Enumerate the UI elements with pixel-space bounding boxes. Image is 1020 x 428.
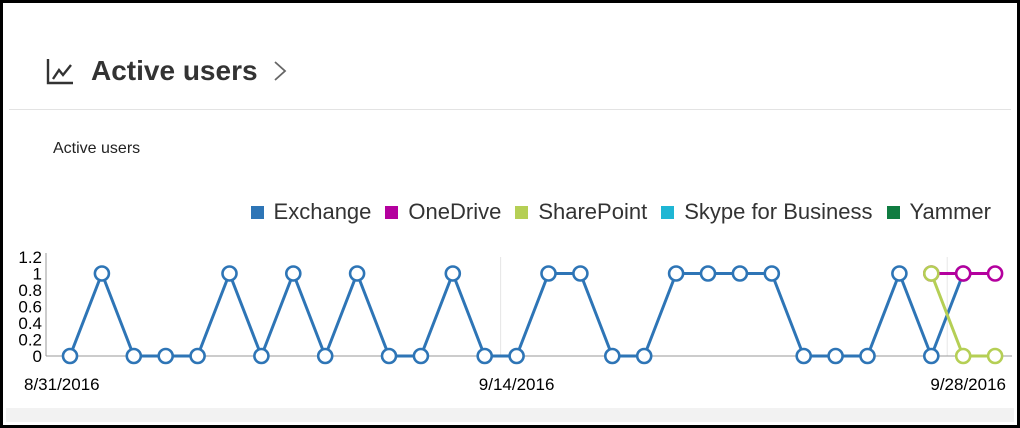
data-point-exchange xyxy=(61,347,79,365)
series-line-exchange xyxy=(68,272,965,358)
data-point-sharepoint xyxy=(954,347,972,365)
data-point-exchange xyxy=(667,265,685,282)
y-tick-label: 1.2 xyxy=(18,248,42,267)
data-point-exchange xyxy=(157,347,174,365)
data-point-exchange xyxy=(380,347,398,365)
y-tick-label: 0.8 xyxy=(18,281,42,300)
data-point-exchange xyxy=(635,347,653,365)
data-point-exchange xyxy=(572,265,589,282)
data-point-sharepoint xyxy=(986,347,1004,365)
data-point-exchange xyxy=(189,347,206,365)
data-point-exchange xyxy=(922,347,940,365)
y-tick-label: 1 xyxy=(33,265,42,284)
y-tick-label: 0.2 xyxy=(18,331,42,350)
x-tick-label: 9/28/2016 xyxy=(930,375,1006,394)
series-line-sharepoint xyxy=(929,272,996,358)
data-point-exchange xyxy=(859,347,876,365)
data-point-exchange xyxy=(93,265,111,282)
x-tick-label: 9/14/2016 xyxy=(479,375,555,394)
data-point-exchange xyxy=(540,265,557,282)
data-point-onedrive xyxy=(954,265,972,282)
data-point-exchange xyxy=(284,265,302,282)
data-point-exchange xyxy=(731,265,749,282)
data-point-exchange xyxy=(125,347,143,365)
data-point-exchange xyxy=(476,347,494,365)
y-tick-label: 0.6 xyxy=(18,298,42,317)
data-point-exchange xyxy=(444,265,462,282)
data-point-exchange xyxy=(827,347,844,365)
data-point-exchange xyxy=(699,265,717,282)
data-point-exchange xyxy=(795,347,813,365)
data-point-exchange xyxy=(603,347,621,365)
data-point-exchange xyxy=(316,347,334,365)
y-tick-label: 0.4 xyxy=(18,314,42,333)
y-tick-label: 0 xyxy=(33,347,42,366)
data-point-exchange xyxy=(253,347,270,365)
active-users-chart: 00.20.40.60.811.2 8/31/2016 9/14/2016 9/28/… xyxy=(18,248,1012,394)
x-tick-label: 8/31/2016 xyxy=(24,375,100,394)
data-point-exchange xyxy=(763,265,781,282)
data-point-onedrive xyxy=(986,265,1004,282)
data-point-sharepoint xyxy=(922,265,940,282)
data-point-exchange xyxy=(891,265,908,282)
data-point-exchange xyxy=(221,265,238,282)
data-point-exchange xyxy=(508,347,525,365)
data-point-exchange xyxy=(412,347,430,365)
data-point-exchange xyxy=(348,265,366,282)
